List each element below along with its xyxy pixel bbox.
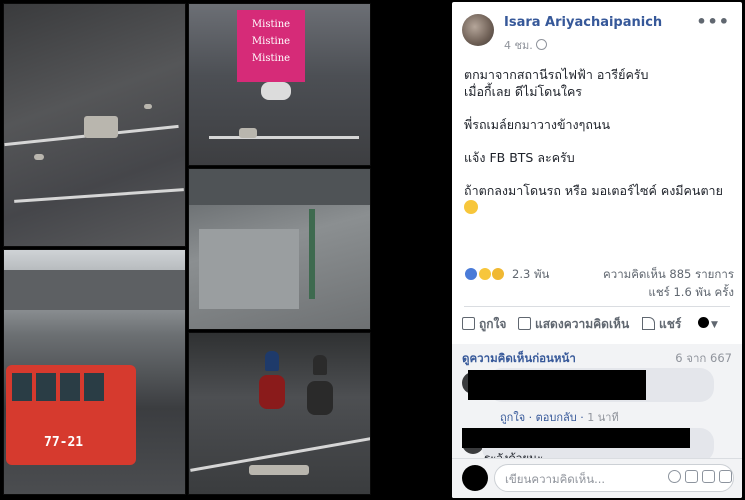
rider (265, 351, 279, 371)
photo-bus-overpass[interactable]: 77-21 (3, 249, 186, 495)
divider (464, 306, 730, 307)
camera-icon[interactable] (685, 470, 698, 483)
globe-icon (535, 39, 547, 50)
redacted-comment (468, 370, 646, 400)
comment-actions: ถูกใจ · ตอบกลับ · 1 นาที (500, 411, 619, 424)
post-actions: ถูกใจ แสดงความคิดเห็น แชร์ ▼ (460, 312, 734, 336)
like-label: ถูกใจ (479, 317, 507, 331)
pipe (309, 209, 315, 299)
photo-debris-road[interactable] (3, 3, 186, 247)
photo-overpass-underside[interactable] (188, 168, 371, 330)
rider (313, 355, 327, 375)
bus-window (12, 373, 32, 401)
post-body: ตกมาจากสถานีรถไฟฟ้า อารีย์ครับ เมื่อกี้เ… (464, 66, 734, 232)
bus-window (36, 373, 56, 401)
concrete-chunk (239, 128, 257, 138)
post-line: พี่รถเมล์ยกมาวางข้างๆถนน (464, 117, 611, 132)
concrete-wall (199, 229, 299, 309)
post-header: Isara Ariyachaipanich 4 ชม. ••• (452, 2, 742, 52)
reaction-icons[interactable] (464, 266, 506, 281)
comment-placeholder: เขียนความคิดเห็น... (505, 472, 606, 486)
post-line: เมื่อกี้เลย ดีไม่โดนใคร (464, 84, 583, 99)
billboard-text: Mistine (251, 53, 291, 64)
billboard-text: Mistine (251, 36, 291, 47)
speech-bubble-icon (518, 317, 531, 330)
bus-number: 77-21 (44, 435, 84, 450)
gif-icon[interactable] (702, 470, 715, 483)
overpass-beam (189, 169, 370, 205)
emoji-icon[interactable] (668, 470, 681, 483)
photo-grid[interactable]: Mistine Mistine Mistine 77-21 (0, 0, 372, 500)
redacted-comment (462, 428, 690, 448)
motorcycle (307, 381, 333, 415)
road-marking (14, 188, 184, 203)
sad-reaction-icon (491, 266, 506, 281)
my-avatar (462, 465, 488, 491)
share-label: แชร์ (659, 317, 682, 331)
comment-composer: เขียนความคิดเห็น... (452, 458, 742, 498)
chevron-down-icon: ▼ (711, 320, 718, 330)
red-bus: 77-21 (6, 365, 136, 465)
view-previous-comments-link[interactable]: ดูความคิดเห็นก่อนหน้า (462, 350, 576, 368)
post-card: Isara Ariyachaipanich 4 ชม. ••• ตกมาจากส… (452, 2, 742, 498)
reaction-count[interactable]: 2.3 พัน (512, 266, 549, 284)
more-options-icon[interactable]: ••• (696, 12, 730, 31)
scooter (261, 82, 291, 100)
bus-window (84, 373, 104, 401)
billboard-text: Mistine (251, 19, 291, 30)
composer-icons (664, 470, 732, 486)
post-line: ตกมาจากสถานีรถไฟฟ้า อารีย์ครับ (464, 67, 649, 82)
profile-dot-icon (698, 317, 709, 328)
audience-selector[interactable]: ▼ (698, 316, 718, 330)
motorcycle (259, 375, 285, 409)
like-button[interactable]: ถูกใจ (462, 315, 506, 334)
post-meta: 4 ชม. (504, 36, 547, 54)
road-marking (209, 136, 359, 139)
concrete-chunk (84, 116, 118, 138)
billboard: Mistine Mistine Mistine (237, 10, 305, 82)
photo-motorcycles[interactable] (188, 332, 371, 495)
concrete-chunk (144, 104, 152, 109)
sticker-icon[interactable] (719, 470, 732, 483)
post-time[interactable]: 4 ชม. (504, 39, 533, 52)
comment-label: แสดงความคิดเห็น (535, 317, 630, 331)
bus-window (60, 373, 80, 401)
post-line: ถ้าตกลงมาโดนรถ หรือ มอเตอร์ไซค์ คงมีคนตา… (464, 183, 723, 198)
comment-pager: 6 จาก 667 (675, 351, 732, 365)
wow-reaction-icon (477, 266, 492, 281)
overpass (4, 270, 185, 310)
like-reaction-icon (464, 266, 478, 281)
comment-time[interactable]: 1 นาที (587, 411, 618, 424)
crying-emoji-icon (464, 200, 478, 214)
photo-billboard-street[interactable]: Mistine Mistine Mistine (188, 3, 371, 166)
concrete-slab (249, 465, 309, 475)
share-count[interactable]: แชร์ 1.6 พัน ครั้ง (648, 284, 734, 302)
share-button[interactable]: แชร์ (642, 315, 681, 334)
concrete-chunk (34, 154, 44, 160)
comment-count[interactable]: ความคิดเห็น 885 รายการ (603, 266, 734, 284)
share-arrow-icon (642, 317, 655, 330)
comment-button[interactable]: แสดงความคิดเห็น (518, 315, 629, 334)
post-stats: 2.3 พัน ความคิดเห็น 885 รายการ แชร์ 1.6 … (464, 264, 734, 304)
comment-like-link[interactable]: ถูกใจ (500, 411, 525, 424)
author-name[interactable]: Isara Ariyachaipanich (504, 15, 662, 30)
author-avatar[interactable] (462, 14, 494, 46)
post-line: แจ้ง FB BTS ละครับ (464, 150, 575, 165)
thumbs-up-icon (462, 317, 475, 330)
comment-reply-link[interactable]: ตอบกลับ (536, 411, 577, 424)
